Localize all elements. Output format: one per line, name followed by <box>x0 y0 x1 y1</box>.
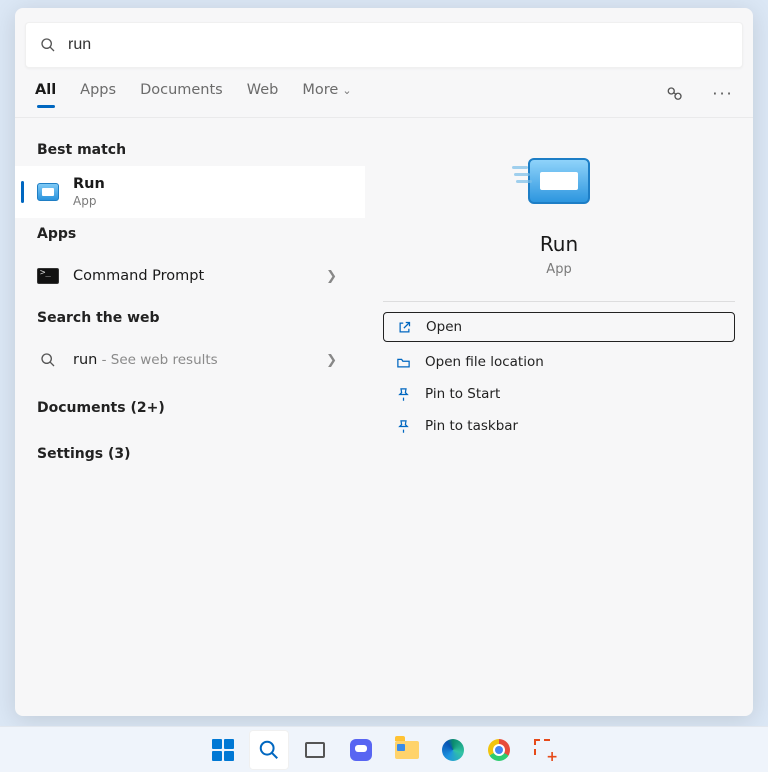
chevron-right-icon: ❯ <box>326 269 343 284</box>
file-explorer-icon <box>395 741 419 759</box>
taskbar-edge[interactable] <box>433 730 473 770</box>
folder-icon <box>395 354 411 370</box>
run-app-icon <box>37 183 59 201</box>
taskbar-chat[interactable] <box>341 730 381 770</box>
detail-subtitle: App <box>546 262 571 277</box>
edge-icon <box>442 739 464 761</box>
taskbar-search[interactable] <box>249 730 289 770</box>
action-open-location[interactable]: Open file location <box>383 346 735 378</box>
chevron-right-icon: ❯ <box>326 353 343 368</box>
detail-column: Run App Open Open file location <box>365 118 753 716</box>
results-column: Best match Run App Apps Command Prompt ❯… <box>15 118 365 716</box>
chevron-down-icon: ⌄ <box>342 84 351 97</box>
pin-icon <box>395 418 411 434</box>
chrome-icon <box>488 739 510 761</box>
run-app-icon-large <box>528 158 590 204</box>
search-bar[interactable] <box>25 22 743 68</box>
section-documents[interactable]: Documents (2+) <box>15 392 365 424</box>
taskbar-taskview[interactable] <box>295 730 335 770</box>
chat-icon <box>350 739 372 761</box>
result-run-app[interactable]: Run App <box>15 166 365 218</box>
tab-apps[interactable]: Apps <box>80 82 116 106</box>
detail-title: Run <box>540 232 578 256</box>
section-apps: Apps <box>15 218 365 250</box>
search-icon <box>258 739 280 761</box>
taskbar-explorer[interactable] <box>387 730 427 770</box>
divider <box>383 301 735 302</box>
snipping-tool-icon <box>534 739 556 761</box>
taskview-icon <box>305 742 325 758</box>
action-pin-start[interactable]: Pin to Start <box>383 378 735 410</box>
tab-row: All Apps Documents Web More⌄ ··· <box>15 78 753 118</box>
quick-search-icon[interactable] <box>665 84 685 104</box>
tab-all[interactable]: All <box>35 82 56 106</box>
taskbar <box>0 726 768 772</box>
taskbar-snipping[interactable] <box>525 730 565 770</box>
section-search-web: Search the web <box>15 302 365 334</box>
tab-web[interactable]: Web <box>247 82 279 106</box>
taskbar-start[interactable] <box>203 730 243 770</box>
search-icon <box>40 37 56 53</box>
open-icon <box>396 319 412 335</box>
result-web-run[interactable]: run - See web results ❯ <box>15 334 365 386</box>
tab-more[interactable]: More⌄ <box>302 82 351 106</box>
pin-icon <box>395 386 411 402</box>
windows-icon <box>212 739 234 761</box>
tab-documents[interactable]: Documents <box>140 82 223 106</box>
section-settings[interactable]: Settings (3) <box>15 438 365 470</box>
action-open[interactable]: Open <box>383 312 735 342</box>
taskbar-chrome[interactable] <box>479 730 519 770</box>
action-pin-taskbar[interactable]: Pin to taskbar <box>383 410 735 442</box>
section-best-match: Best match <box>15 134 365 166</box>
more-options-icon[interactable]: ··· <box>713 84 733 104</box>
command-prompt-icon <box>37 268 59 284</box>
search-icon <box>40 352 56 368</box>
search-input[interactable] <box>68 36 728 54</box>
result-command-prompt[interactable]: Command Prompt ❯ <box>15 250 365 302</box>
search-window: All Apps Documents Web More⌄ ··· Best ma… <box>15 8 753 716</box>
